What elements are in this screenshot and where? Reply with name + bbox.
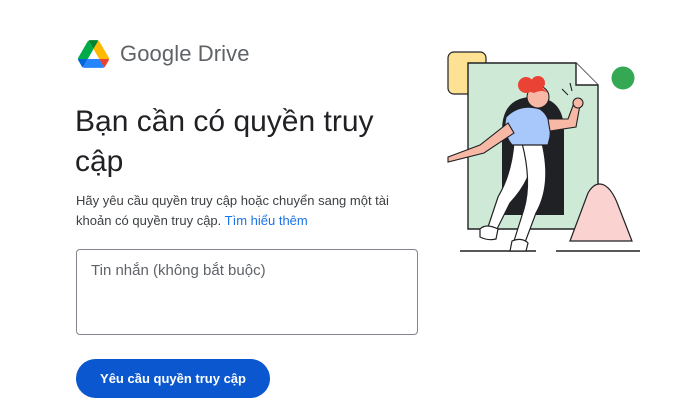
page-title: Bạn cần có quyền truy cập (75, 105, 374, 178)
page-description: Hãy yêu cầu quyền truy cập hoặc chuyển s… (76, 191, 421, 231)
brand-name: Google Drive (120, 41, 250, 66)
brand-header: Google Drive (78, 40, 250, 68)
request-access-button[interactable]: Yêu cầu quyền truy cập (76, 359, 270, 398)
illustration (440, 45, 645, 260)
message-input[interactable] (76, 249, 418, 335)
google-drive-logo-icon (78, 40, 109, 68)
learn-more-link[interactable]: Tìm hiểu thêm (225, 213, 308, 228)
access-request-page: Google Drive Bạn cần có quyền truy cập H… (0, 0, 700, 410)
